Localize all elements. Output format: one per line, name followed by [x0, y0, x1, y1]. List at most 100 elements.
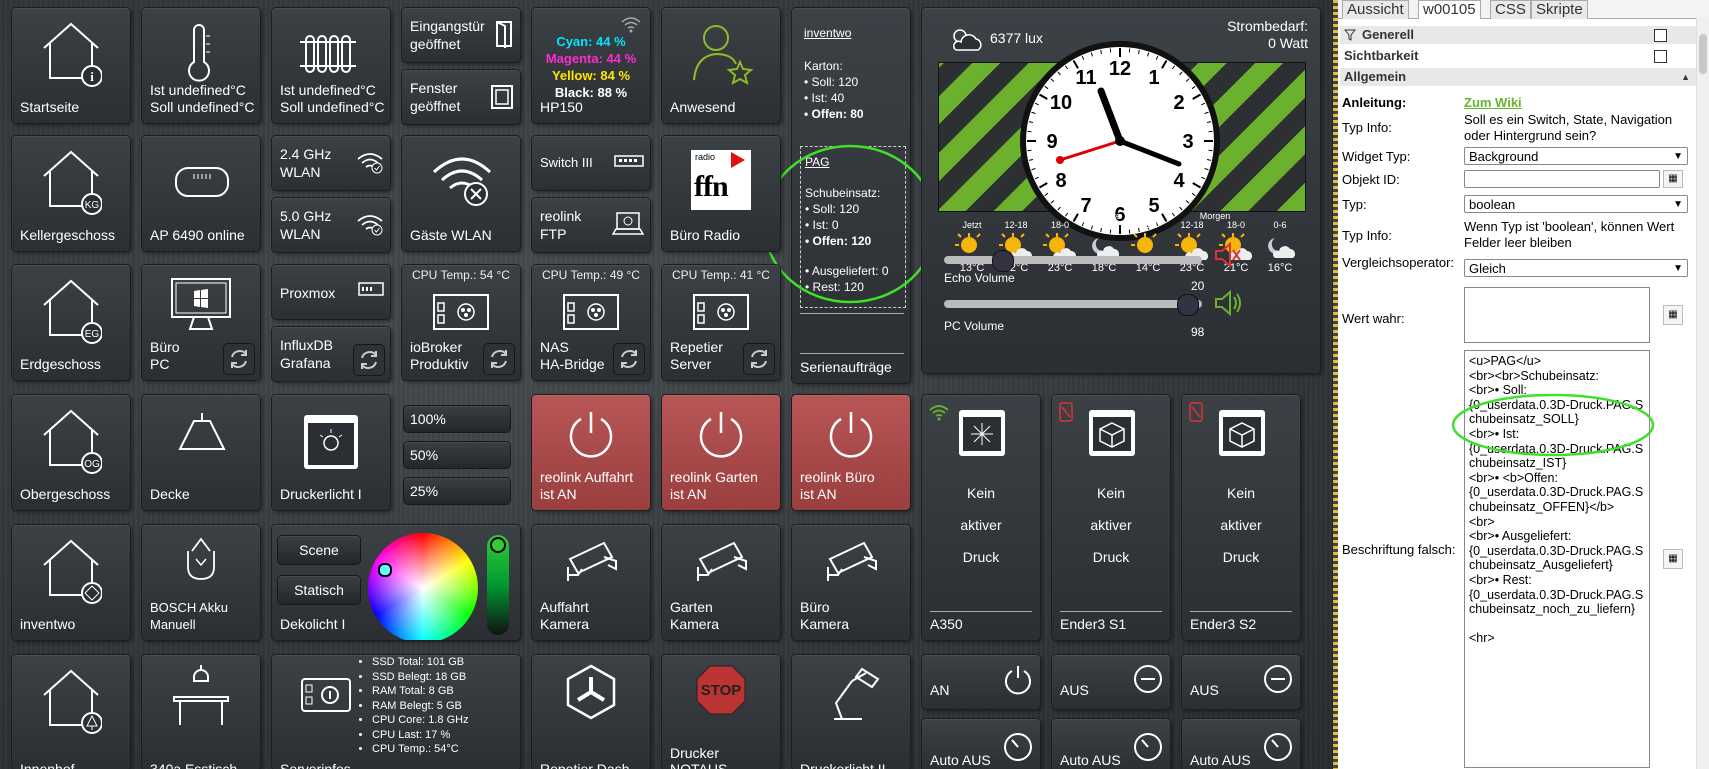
pc-volume-handle[interactable] [1177, 294, 1200, 316]
tile-innenhof[interactable]: Innenhof [12, 655, 130, 769]
tile-gaeste-wlan[interactable]: Gäste WLAN [402, 136, 520, 251]
object-picker-button[interactable]: ▦ [1663, 170, 1683, 188]
label-line1: NAS [540, 339, 569, 355]
tile-temperature-2[interactable]: Ist undefined°C Soll undefined°C [272, 8, 390, 123]
dim-100-button[interactable]: 100% [404, 406, 510, 432]
refresh-button[interactable] [744, 344, 774, 374]
chevron-down-icon: ▼ [1673, 199, 1683, 210]
button-label: 50% [410, 447, 439, 463]
tile-nas[interactable]: CPU Temp.: 49 °C NAS HA-Bridge [532, 265, 650, 380]
group-generell[interactable]: Generell [1340, 26, 1696, 44]
scrollbar-thumb[interactable] [1699, 34, 1707, 74]
echo-volume-slider[interactable] [944, 250, 1202, 272]
tile-auto-aus-3[interactable]: Auto AUS [1182, 719, 1300, 769]
echo-volume-handle[interactable] [991, 250, 1014, 272]
tile-cam-garten[interactable]: Garten Kamera [662, 525, 780, 640]
tile-influxdb[interactable]: InfluxDB Grafana [272, 327, 390, 381]
status-kein: Kein [1226, 485, 1256, 501]
operator-select[interactable]: Gleich ▼ [1464, 259, 1688, 277]
tile-buero-radio[interactable]: radio ffn Büro Radio [662, 136, 780, 251]
tile-kellergeschoss[interactable]: KG Kellergeschoss [12, 136, 130, 251]
color-wheel[interactable] [368, 533, 478, 640]
object-id-input[interactable] [1464, 170, 1660, 188]
ink-magenta: Magenta: 44 % [545, 51, 637, 66]
tile-startseite[interactable]: i Startseite [12, 8, 130, 123]
tile-proxmox[interactable]: Proxmox [272, 265, 390, 319]
power-icon [699, 412, 743, 458]
sichtbarkeit-checkbox[interactable] [1654, 50, 1667, 63]
tile-erdgeschoss[interactable]: EG Erdgeschoss [12, 265, 130, 380]
refresh-button[interactable] [224, 344, 254, 374]
speaker-icon[interactable] [1212, 288, 1244, 318]
tile-drucker-notaus[interactable]: STOP Drucker NOTAUS [662, 655, 780, 769]
scene-button[interactable]: Scene [278, 536, 360, 564]
tab-widget[interactable]: w00105 [1418, 0, 1481, 19]
tile-druckerlicht-2[interactable]: Druckerlicht II [792, 655, 910, 769]
color-picker-handle[interactable] [378, 563, 392, 577]
tile-decke[interactable]: Decke [142, 395, 260, 510]
tab-skripte[interactable]: Skripte [1531, 0, 1588, 19]
wiki-link[interactable]: Zum Wiki [1464, 95, 1522, 110]
dim-25-button[interactable]: 25% [404, 478, 510, 504]
tile-auto-aus-2[interactable]: Auto AUS [1052, 719, 1170, 769]
tile-eingangstuer[interactable]: Eingangstür geöffnet [402, 8, 520, 62]
tile-printer-ender3-s1[interactable]: Kein aktiver Druck Ender3 S1 [1052, 395, 1170, 640]
tile-cam-buero[interactable]: Büro Kamera [792, 525, 910, 640]
pc-volume-slider[interactable] [944, 294, 1202, 316]
tile-auto-aus-1[interactable]: Auto AUS [922, 719, 1040, 769]
tile-repetier-dash[interactable]: Repetier Dash [532, 655, 650, 769]
brightness-slider[interactable] [487, 535, 509, 635]
tab-css[interactable]: CSS [1490, 0, 1531, 19]
tile-bosch-akku[interactable]: BOSCH Akku Manuell [142, 525, 260, 640]
brightness-handle[interactable] [490, 537, 506, 553]
printer-light-icon [304, 415, 358, 469]
tile-serverinfos[interactable]: SSD Total: 101 GBSSD Belegt: 18 GBRAM To… [272, 655, 520, 769]
refresh-button[interactable] [614, 344, 644, 374]
tile-hp150-printer[interactable]: Cyan: 44 % Magenta: 44 % Yellow: 84 % Bl… [532, 8, 650, 123]
tile-printer-a350[interactable]: Kein aktiver Druck A350 [922, 395, 1040, 640]
speaker-muted-icon[interactable] [1212, 240, 1242, 270]
serienauftraege-label: Serienaufträge [800, 359, 892, 375]
tile-inventwo[interactable]: inventwo [12, 525, 130, 640]
tile-printer-ender3-s2[interactable]: Kein aktiver Druck Ender3 S2 [1182, 395, 1300, 640]
collapse-icon[interactable]: ▲ [1681, 68, 1690, 86]
tile-temperature-1[interactable]: Ist undefined°C Soll undefined°C [142, 8, 260, 123]
tile-repetier-server[interactable]: CPU Temp.: 41 °C Repetier Server [662, 265, 780, 380]
refresh-button[interactable] [354, 345, 384, 375]
tile-fenster[interactable]: Fenster geöffnet [402, 70, 520, 124]
group-allgemein[interactable]: Allgemein ▲ [1340, 68, 1696, 86]
tile-anwesend[interactable]: Anwesend [662, 8, 780, 123]
tile-obergeschoss[interactable]: OG Obergeschoss [12, 395, 130, 510]
wert-wahr-textarea[interactable] [1464, 287, 1650, 343]
generell-checkbox[interactable] [1654, 29, 1667, 42]
tile-esstisch[interactable]: 340a Esstisch [142, 655, 260, 769]
group-sichtbarkeit[interactable]: Sichtbarkeit [1340, 47, 1696, 65]
tile-wlan-50[interactable]: 5.0 GHz WLAN [272, 198, 390, 252]
panel-tabs: Aussicht w00105 CSS Skripte [1338, 0, 1709, 19]
tile-wlan-24[interactable]: 2.4 GHz WLAN [272, 136, 390, 190]
tile-reolink-ftp[interactable]: reolink FTP [532, 198, 650, 252]
tile-switch[interactable]: Switch III [532, 136, 650, 190]
type-select[interactable]: boolean ▼ [1464, 195, 1688, 213]
tile-cam-auffahrt[interactable]: Auffahrt Kamera [532, 525, 650, 640]
tile-reolink-buero[interactable]: reolink Büro ist AN [792, 395, 910, 510]
tile-buero-pc[interactable]: Büro PC [142, 265, 260, 380]
tile-dekolicht[interactable]: Scene Statisch Dekolicht I [272, 525, 520, 640]
wert-wahr-edit-button[interactable]: ▦ [1663, 305, 1683, 325]
switch-state: Auto AUS [1190, 752, 1251, 768]
tile-switch-aus-2[interactable]: AUS [1182, 655, 1300, 709]
tile-iobroker[interactable]: CPU Temp.: 54 °C ioBroker Produktiv [402, 265, 520, 380]
tile-switch-an[interactable]: AN [922, 655, 1040, 709]
tile-druckerlicht[interactable]: Druckerlicht I [272, 395, 390, 510]
panel-scrollbar[interactable] [1696, 18, 1709, 769]
widget-type-select[interactable]: Background ▼ [1464, 147, 1688, 165]
tile-switch-aus-1[interactable]: AUS [1052, 655, 1170, 709]
tile-access-point[interactable]: AP 6490 online [142, 136, 260, 251]
tile-reolink-auffahrt[interactable]: reolink Auffahrt ist AN [532, 395, 650, 510]
statisch-button[interactable]: Statisch [278, 576, 360, 604]
refresh-button[interactable] [484, 344, 514, 374]
tab-aussicht[interactable]: Aussicht [1342, 0, 1409, 19]
beschriftung-edit-button[interactable]: ▦ [1663, 549, 1683, 569]
dim-50-button[interactable]: 50% [404, 442, 510, 468]
tile-reolink-garten[interactable]: reolink Garten ist AN [662, 395, 780, 510]
